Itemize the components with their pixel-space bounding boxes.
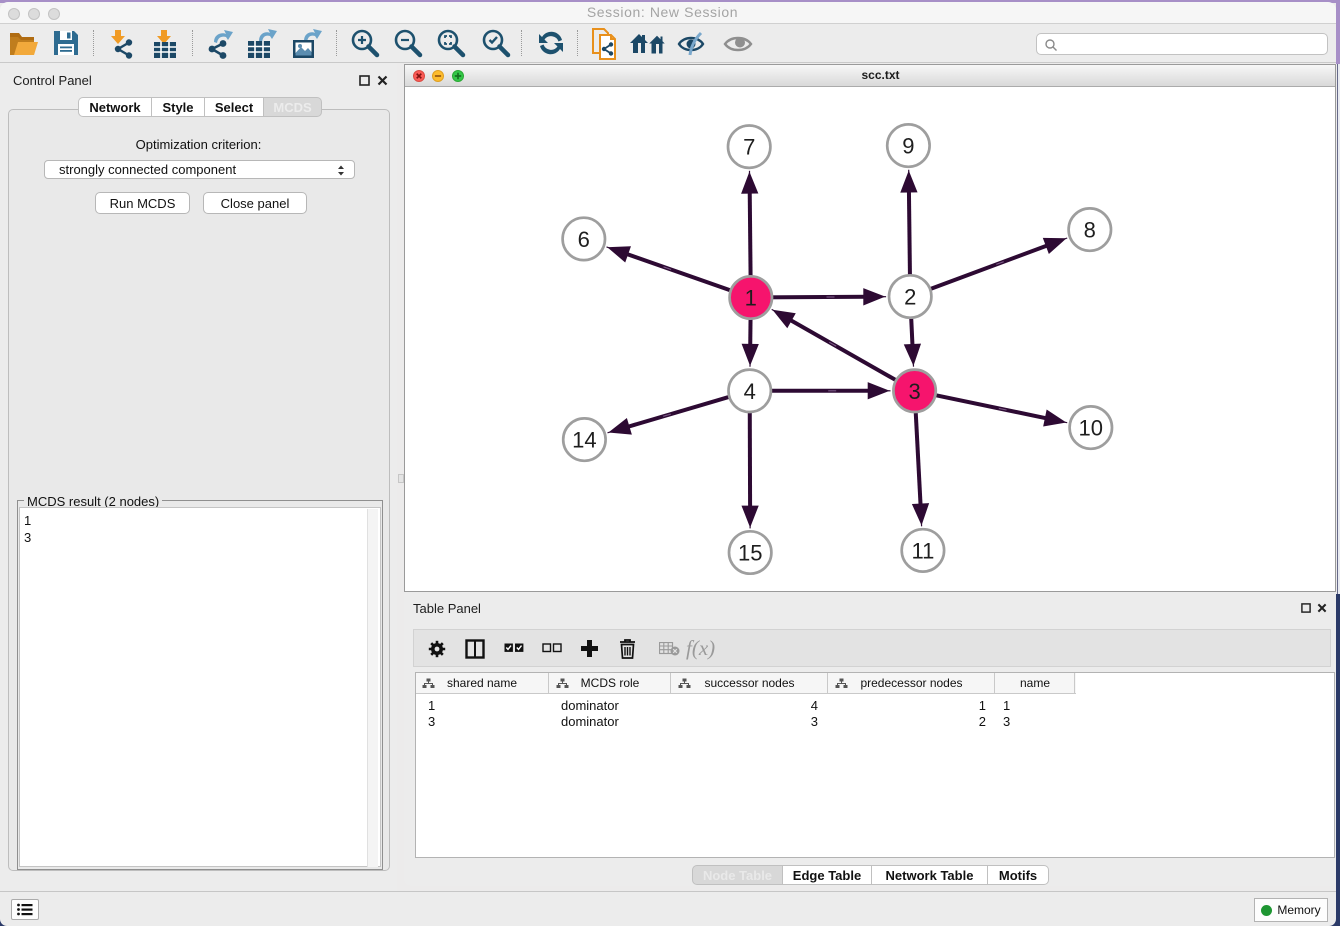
svg-text:1: 1 <box>745 286 757 311</box>
svg-text:8: 8 <box>1084 218 1096 243</box>
svg-text:9: 9 <box>902 134 914 159</box>
svg-text:6: 6 <box>578 227 590 252</box>
svg-text:14: 14 <box>572 428 596 453</box>
svg-text:10: 10 <box>1079 416 1103 441</box>
svg-text:2: 2 <box>904 285 916 310</box>
svg-text:15: 15 <box>738 541 762 566</box>
svg-text:11: 11 <box>911 538 934 563</box>
svg-text:7: 7 <box>743 135 755 160</box>
svg-text:3: 3 <box>908 379 920 404</box>
svg-text:4: 4 <box>744 379 756 404</box>
